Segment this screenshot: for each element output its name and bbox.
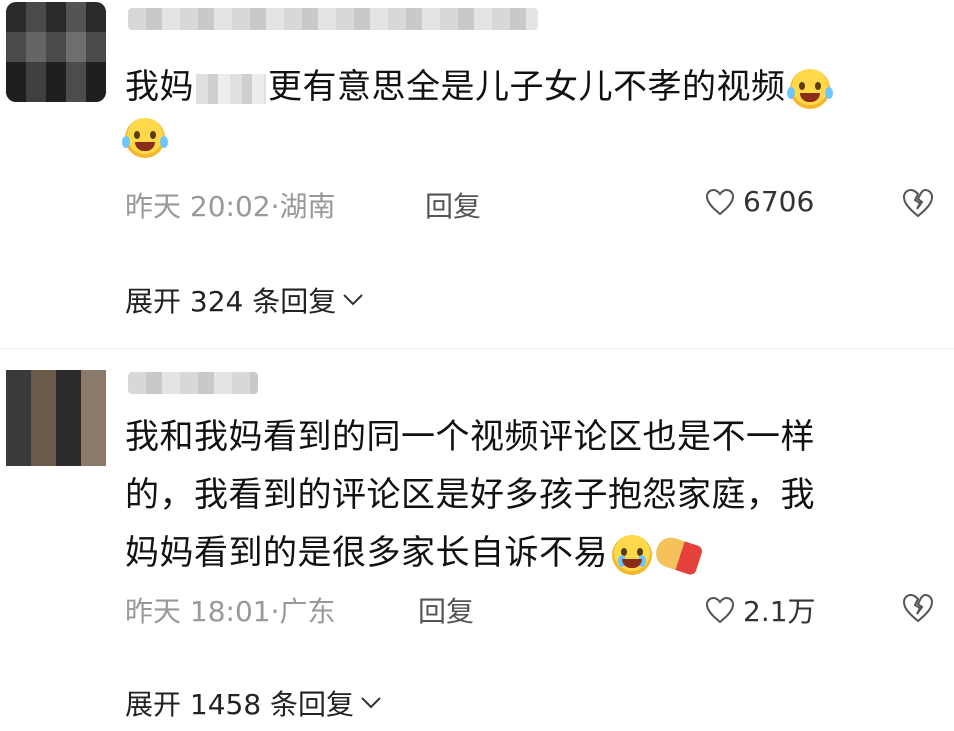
expand-replies-label: 展开 1458 条回复 [125, 688, 355, 721]
reply-button[interactable]: 回复 [425, 185, 481, 225]
comment-divider [0, 348, 954, 349]
comment-line: 的，我看到的评论区是好多孩子抱怨家庭，我 [125, 475, 815, 515]
comment-meta: 昨天 18:01·广东 [125, 590, 336, 630]
comment-text-part: 我妈 [125, 67, 194, 107]
comment-text: 我和我妈看到的同一个视频评论区也是不一样 的，我看到的评论区是好多孩子抱怨家庭，… [125, 414, 935, 576]
chevron-down-icon [343, 294, 363, 306]
like-count: 6706 [743, 185, 815, 218]
comment-line: 妈妈看到的是很多家长自诉不易 [125, 533, 608, 573]
reply-button[interactable]: 回复 [418, 590, 474, 630]
crying-emoji-icon [612, 534, 652, 575]
meta-separator: · [270, 595, 280, 628]
comment-location: 广东 [279, 595, 336, 628]
like-button[interactable]: 2.1万 [705, 590, 816, 630]
dislike-broken-heart-icon[interactable] [902, 188, 934, 218]
crying-laughing-emoji-icon [122, 118, 168, 158]
avatar[interactable] [6, 370, 106, 466]
comment-location: 湖南 [279, 190, 336, 223]
comment-time: 昨天 20:02 [125, 190, 271, 223]
avatar[interactable] [6, 2, 106, 102]
username-redacted[interactable] [128, 372, 258, 394]
redacted-text [196, 73, 266, 104]
comment-meta: 昨天 20:02·湖南 [125, 185, 336, 225]
heart-icon [705, 188, 735, 215]
comment-line-3: 妈妈看到的是很多家长自诉不易 [125, 530, 935, 576]
expand-replies-button[interactable]: 展开 324 条回复 [125, 280, 364, 320]
crying-laughing-emoji-icon [786, 68, 833, 109]
dislike-broken-heart-icon[interactable] [902, 593, 934, 623]
comment-text-part: 更有意思全是儿子女儿不孝的视频 [268, 67, 786, 107]
comment-line: 我和我妈看到的同一个视频评论区也是不一样 [125, 417, 815, 457]
chevron-down-icon [361, 697, 381, 709]
username-redacted[interactable] [128, 8, 538, 30]
pointing-hand-icon [652, 533, 704, 576]
expand-replies-button[interactable]: 展开 1458 条回复 [125, 683, 382, 723]
like-count: 2.1万 [743, 595, 816, 628]
heart-icon [705, 596, 735, 624]
like-button[interactable]: 6706 [705, 185, 814, 218]
comment-text: 我妈 更有意思全是儿子女儿不孝的视频 [125, 64, 925, 110]
expand-replies-label: 展开 324 条回复 [125, 285, 337, 318]
comment-time: 昨天 18:01 [125, 595, 271, 628]
meta-separator: · [270, 190, 280, 223]
